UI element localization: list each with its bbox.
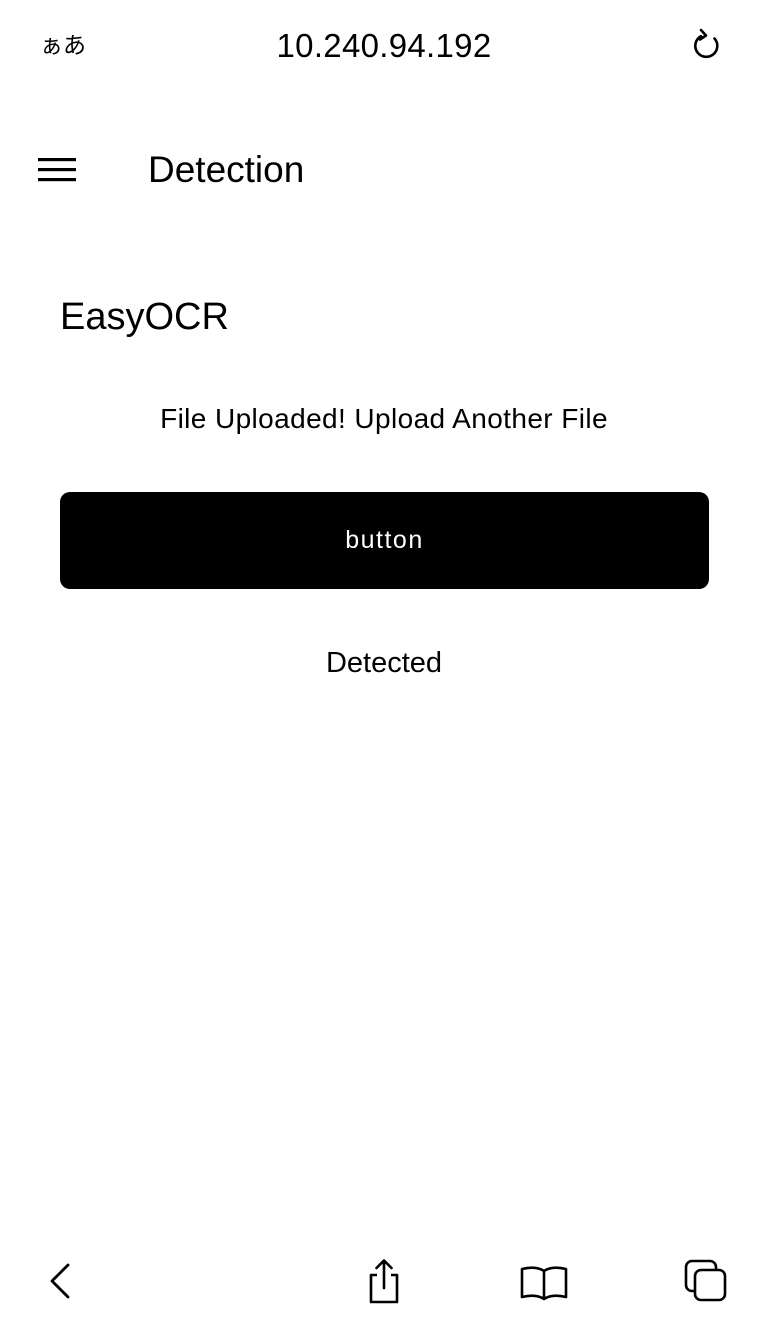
share-icon[interactable] (358, 1255, 410, 1307)
browser-toolbar (0, 1235, 768, 1325)
tabs-icon[interactable] (680, 1255, 732, 1307)
upload-status-text: File Uploaded! Upload Another File (160, 403, 608, 434)
back-chevron-icon[interactable] (36, 1255, 88, 1307)
page-title: Detection (148, 149, 305, 190)
result-text: Detected (325, 647, 443, 679)
browser-address-bar: ぁあ 10.240.94.192 (0, 0, 768, 95)
action-button[interactable]: button (60, 492, 709, 589)
app-header: Detection (0, 130, 768, 210)
app-heading: EasyOCR (60, 296, 229, 338)
url-field[interactable]: 10.240.94.192 (0, 24, 768, 68)
reload-icon[interactable] (684, 24, 728, 68)
bookmarks-icon[interactable] (518, 1255, 570, 1307)
hamburger-menu-icon[interactable] (38, 154, 76, 186)
